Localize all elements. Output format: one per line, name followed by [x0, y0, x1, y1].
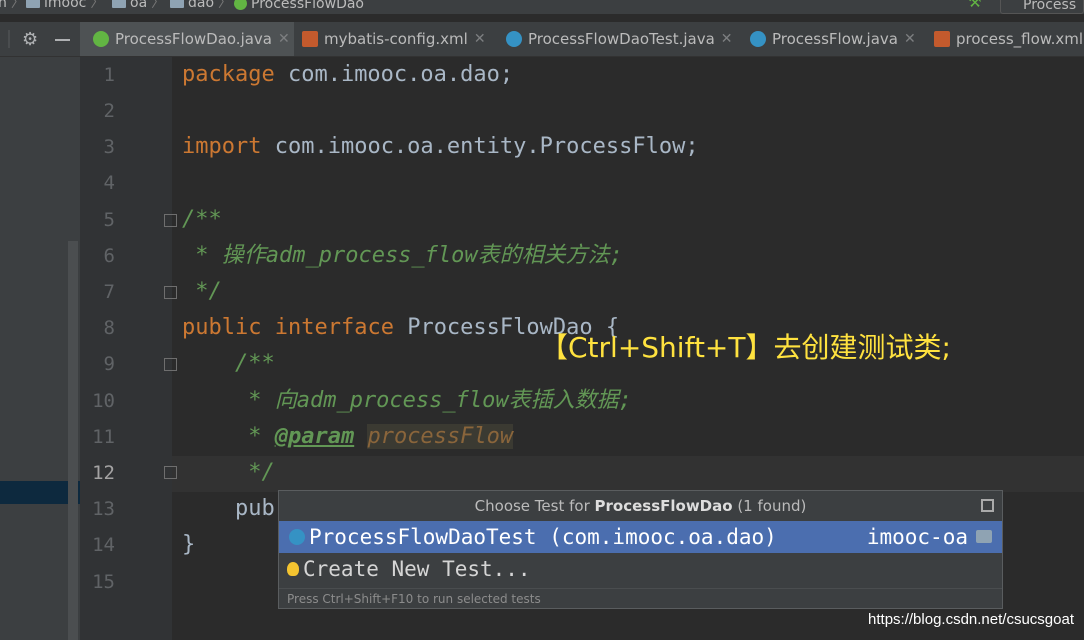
line-number: 6 — [103, 245, 115, 267]
close-icon[interactable]: ✕ — [721, 31, 733, 47]
code-line-11[interactable]: * @param processFlow — [182, 419, 514, 455]
pin-icon[interactable] — [981, 499, 994, 512]
tab-processflowdao-java[interactable]: ProcessFlowDao.java ✕ — [80, 22, 294, 56]
test-class-icon — [506, 31, 522, 47]
line-number: 10 — [92, 390, 115, 412]
line-number: 8 — [103, 317, 115, 339]
module-name: imooc-oa — [866, 525, 968, 549]
breadcrumb-item-processflowdao[interactable]: ProcessFlowDao — [234, 0, 364, 11]
tutorial-annotation: 【Ctrl+Shift+T】去创建测试类; — [540, 331, 951, 364]
tab-process-flow-xml[interactable]: process_flow.xml — [934, 22, 1083, 56]
line-number: 14 — [92, 534, 115, 556]
run-config-selector[interactable]: Process — [1000, 0, 1084, 14]
choose-test-popup: Choose Test for ProcessFlowDao (1 found)… — [278, 490, 1003, 609]
breadcrumb-item-dao[interactable]: dao 〉 — [170, 0, 232, 10]
project-panel-scrollbar[interactable] — [68, 241, 78, 640]
popup-hint: Press Ctrl+Shift+F10 to run selected tes… — [279, 588, 1002, 608]
close-icon[interactable]: ✕ — [278, 31, 290, 47]
line-number-current: 12 — [92, 462, 115, 484]
line-number: 13 — [92, 498, 115, 520]
line-number: 1 — [103, 64, 115, 86]
folder-icon — [112, 0, 126, 8]
caret-row-highlight — [172, 456, 1084, 492]
code-line-13[interactable]: pub — [182, 491, 275, 527]
line-number: 15 — [92, 571, 115, 593]
breadcrumb-item-root[interactable]: n 〉 — [0, 0, 25, 10]
tab-processflowdaotest-java[interactable]: ProcessFlowDaoTest.java ✕ — [506, 22, 733, 56]
hide-panel-icon[interactable] — [55, 39, 70, 41]
line-number: 2 — [103, 100, 115, 122]
folder-icon — [170, 0, 184, 8]
fold-marker-icon[interactable] — [164, 466, 177, 479]
line-number: 11 — [92, 426, 115, 448]
project-panel-toolbar: ⚙ — [0, 22, 80, 57]
code-line-9[interactable]: /** — [182, 346, 275, 382]
watermark: https://blog.csdn.net/csucsgoat — [868, 611, 1074, 628]
code-line-10[interactable]: * 向adm_process_flow表插入数据; — [182, 383, 632, 419]
build-hammer-icon[interactable]: ⚒ — [968, 0, 984, 12]
code-line-3[interactable]: import com.imooc.oa.entity.ProcessFlow; — [182, 129, 699, 165]
close-icon[interactable]: ✕ — [474, 31, 486, 47]
line-number: 4 — [103, 172, 115, 194]
module-folder-icon — [976, 530, 992, 543]
code-line-14[interactable]: } — [182, 527, 195, 563]
lightbulb-icon — [287, 562, 299, 576]
class-icon — [750, 31, 766, 47]
line-number: 7 — [103, 281, 115, 303]
line-number: 9 — [103, 353, 115, 375]
code-line-5[interactable]: /** — [182, 202, 222, 238]
close-icon[interactable]: ✕ — [904, 31, 916, 47]
popup-item-create-new-test[interactable]: Create New Test... — [279, 553, 1002, 585]
test-class-icon — [289, 529, 305, 545]
fold-marker-icon[interactable] — [164, 358, 177, 371]
popup-item-test-class[interactable]: ProcessFlowDaoTest (com.imooc.oa.dao) im… — [279, 521, 1002, 553]
fold-marker-icon[interactable] — [164, 286, 177, 299]
interface-icon — [93, 31, 109, 47]
xml-icon — [302, 31, 318, 47]
breadcrumb: n 〉 imooc 〉 oa 〉 dao 〉 ProcessFlowDao ⚒ Proc… — [0, 0, 1084, 14]
code-line-1[interactable]: package com.imooc.oa.dao; — [182, 57, 513, 93]
fold-marker-icon[interactable] — [164, 214, 177, 227]
popup-title: Choose Test for ProcessFlowDao (1 found) — [474, 497, 807, 515]
toolbar-separator — [8, 30, 10, 48]
code-line-12[interactable]: */ — [182, 455, 275, 491]
interface-icon — [234, 0, 247, 10]
code-line-7[interactable]: */ — [182, 274, 222, 310]
line-number: 3 — [103, 136, 115, 158]
breadcrumb-item-oa[interactable]: oa 〉 — [112, 0, 165, 10]
tab-processflow-java[interactable]: ProcessFlow.java ✕ — [750, 22, 916, 56]
xml-icon — [934, 31, 950, 47]
tab-mybatis-config-xml[interactable]: mybatis-config.xml ✕ — [302, 22, 486, 56]
folder-icon — [26, 0, 40, 8]
line-number: 5 — [103, 209, 115, 231]
gear-icon[interactable]: ⚙ — [22, 29, 38, 50]
editor-tabs: ProcessFlowDao.java ✕ mybatis-config.xml… — [80, 22, 1084, 57]
breadcrumb-item-imooc[interactable]: imooc 〉 — [26, 0, 104, 10]
code-line-6[interactable]: * 操作adm_process_flow表的相关方法; — [182, 238, 623, 274]
